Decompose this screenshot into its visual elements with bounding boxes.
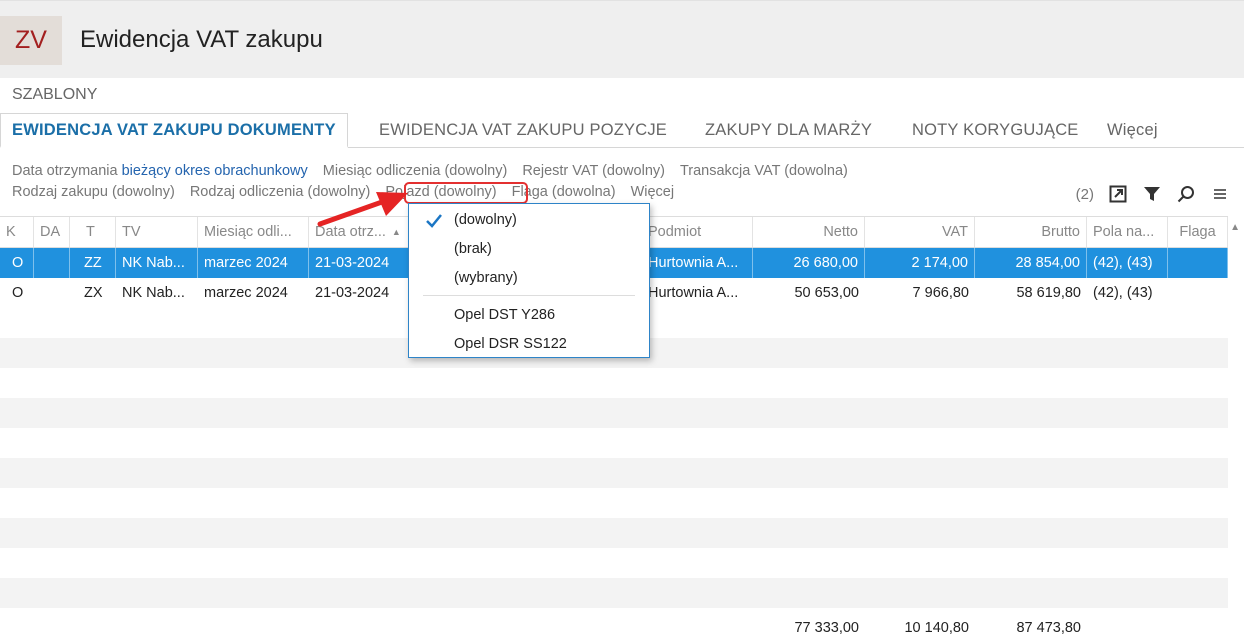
cell-flaga [1168,278,1228,308]
export-icon[interactable] [1108,184,1128,204]
col-tv[interactable]: TV [116,217,198,247]
tab-pozycje[interactable]: EWIDENCJA VAT ZAKUPU POZYCJE [379,113,667,148]
col-pola[interactable]: Pola na... [1087,217,1168,247]
cell-miesiac: marzec 2024 [204,285,288,301]
filter-miesiac-odliczenia[interactable]: Miesiąc odliczenia (dowolny) [323,163,508,179]
pojazd-highlight [404,182,528,204]
total-vat: 10 140,80 [904,620,969,636]
check-icon [426,214,442,228]
cell-netto: 50 653,00 [794,285,859,301]
cell-t: ZX [84,285,103,301]
cell-podmiot: Hurtownia A... [642,248,753,278]
cell-flaga [1168,248,1228,278]
pojazd-dropdown[interactable]: (dowolny) (brak) (wybrany) Opel DST Y286… [408,203,650,358]
record-count: (2) [1075,185,1094,203]
tab-zakupy-marza[interactable]: ZAKUPY DLA MARŻY [705,113,872,148]
empty-row [0,428,1228,458]
cell-podmiot: Hurtownia A... [648,285,739,301]
col-flaga[interactable]: Flaga [1168,217,1228,247]
empty-row [0,518,1228,548]
cell-da [34,248,70,278]
filter-data-otrzymania-label[interactable]: Data otrzymania [12,163,118,179]
app-badge: ZV [0,16,62,65]
empty-row [0,398,1228,428]
col-netto[interactable]: Netto [753,217,865,247]
empty-row [0,458,1228,488]
page-title: Ewidencja VAT zakupu [80,26,323,53]
cell-tv: NK Nab... [122,285,185,301]
search-icon[interactable] [1176,184,1196,204]
dropdown-option-opel-dsr[interactable]: Opel DSR SS122 [454,332,567,356]
totals-row: 77 333,00 10 140,80 87 473,80 [0,618,1228,639]
dropdown-option-brak[interactable]: (brak) [454,237,492,261]
filter-data-otrzymania-value[interactable]: bieżący okres obrachunkowy [122,163,308,179]
cell-t: ZZ [70,248,116,278]
tab-wiecej[interactable]: Więcej [1107,113,1158,148]
cell-brutto: 28 854,00 [975,248,1087,278]
cell-netto: 26 680,00 [753,248,865,278]
filter-rodzaj-zakupu[interactable]: Rodzaj zakupu (dowolny) [12,184,175,200]
cell-vat: 7 966,80 [912,285,969,301]
annotation-arrow-icon [317,192,408,227]
col-brutto[interactable]: Brutto [975,217,1087,247]
cell-data: 21-03-2024 [315,285,390,301]
cell-k: O [12,285,24,301]
empty-row [0,548,1228,578]
dropdown-option-opel-dst[interactable]: Opel DST Y286 [454,303,555,327]
empty-row [0,488,1228,518]
menu-icon[interactable] [1210,184,1230,204]
scroll-up-icon[interactable]: ▲ [1230,222,1240,233]
total-brutto: 87 473,80 [1016,620,1081,636]
col-podmiot[interactable]: Podmiot [642,217,753,247]
filter-rejestr-vat[interactable]: Rejestr VAT (dowolny) [522,163,665,179]
col-miesiac[interactable]: Miesiąc odli... [198,217,309,247]
filter-icon[interactable] [1142,184,1162,204]
col-vat[interactable]: VAT [865,217,975,247]
templates-label[interactable]: SZABLONY [12,86,97,104]
cell-da [34,278,70,308]
cell-tv: NK Nab... [116,248,198,278]
col-k[interactable]: K [0,217,34,247]
total-netto: 77 333,00 [794,620,859,636]
cell-miesiac: marzec 2024 [198,248,309,278]
cell-pola: (42), (43) [1087,248,1168,278]
grid-toolbar: (2) [1076,184,1230,204]
empty-row [0,578,1228,608]
cell-brutto: 58 619,80 [1016,285,1081,301]
filter-transakcja-vat[interactable]: Transakcja VAT (dowolna) [680,163,848,179]
filter-wiecej[interactable]: Więcej [631,184,675,200]
tab-dokumenty[interactable]: EWIDENCJA VAT ZAKUPU DOKUMENTY [0,113,348,148]
app-header: ZV Ewidencja VAT zakupu [0,0,1244,78]
col-da[interactable]: DA [34,217,70,247]
tab-bar: EWIDENCJA VAT ZAKUPU DOKUMENTY EWIDENCJA… [0,113,1244,148]
filter-line-1: Data otrzymania bieżący okres obrachunkow… [12,163,863,179]
empty-row [0,368,1228,398]
tab-noty-korygujace[interactable]: NOTY KORYGUJĄCE [912,113,1079,148]
cell-pola: (42), (43) [1093,285,1153,301]
dropdown-option-wybrany[interactable]: (wybrany) [454,266,518,290]
cell-vat: 2 174,00 [865,248,975,278]
col-t[interactable]: T [70,217,116,247]
cell-k: O [0,248,34,278]
cell-data: 21-03-2024 [309,248,409,278]
dropdown-separator [423,295,635,296]
dropdown-option-dowolny[interactable]: (dowolny) [454,208,517,232]
